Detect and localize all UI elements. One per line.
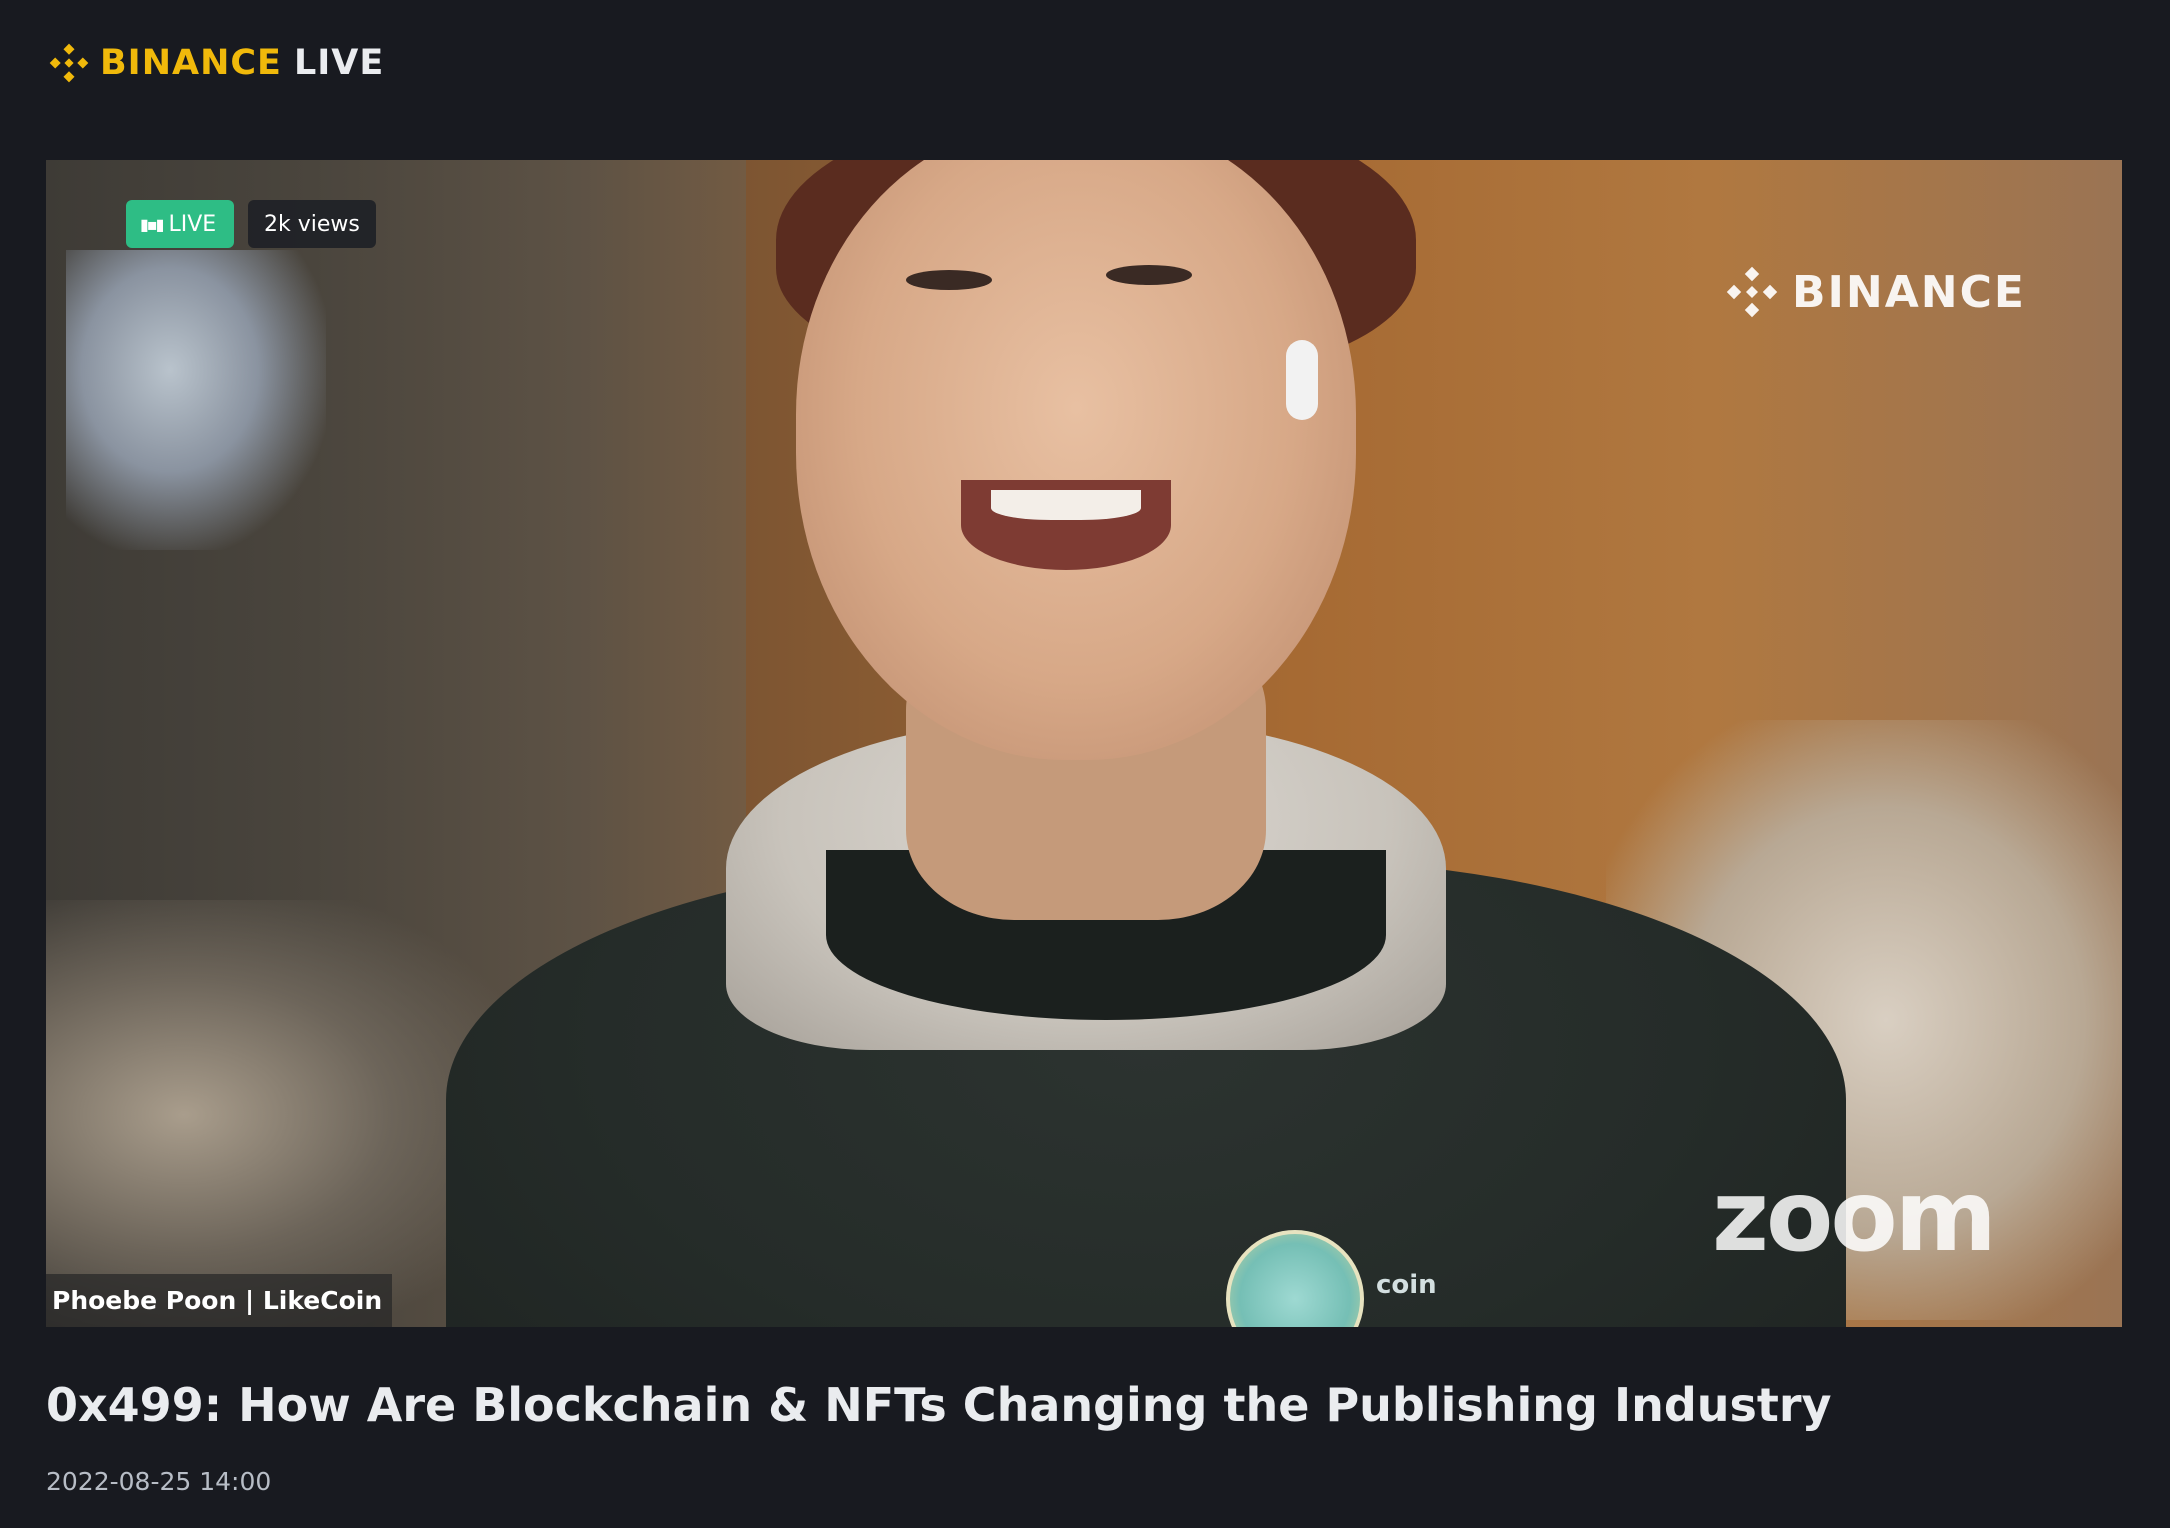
video-player[interactable]: coin ▮▪▮ LIVE 2k views BINANCE zoom Phoe bbox=[46, 160, 2122, 1327]
binance-watermark: BINANCE bbox=[1722, 262, 2026, 322]
live-label: LIVE bbox=[168, 211, 217, 237]
speaker-eye-left bbox=[906, 270, 992, 290]
earbud bbox=[1286, 340, 1318, 420]
live-signal-icon: ▮▪▮ bbox=[140, 214, 164, 234]
video-background-floor bbox=[46, 900, 506, 1327]
zoom-watermark: zoom bbox=[1712, 1160, 1997, 1274]
brand-live-label: LIVE bbox=[293, 43, 385, 83]
shirt-logo-text: coin bbox=[1376, 1270, 1437, 1300]
speaker-teeth bbox=[991, 490, 1141, 520]
video-background-lamp bbox=[66, 250, 326, 550]
speaker-name-tag: Phoebe Poon | LikeCoin bbox=[46, 1274, 393, 1327]
brand-name: BINANCE bbox=[100, 43, 282, 83]
stream-datetime: 2022-08-25 14:00 bbox=[46, 1467, 272, 1496]
speaker-face bbox=[796, 160, 1356, 760]
binance-live-logo[interactable]: BINANCE LIVE bbox=[46, 38, 384, 88]
live-stream-page: BINANCE LIVE coin ▮▪▮ LIVE 2k views BINA… bbox=[0, 0, 2170, 1528]
binance-watermark-text: BINANCE bbox=[1792, 266, 2026, 318]
speaker-name: Phoebe Poon | LikeCoin bbox=[52, 1286, 383, 1315]
speaker-eye-right bbox=[1106, 265, 1192, 285]
binance-watermark-icon bbox=[1726, 266, 1778, 318]
view-count-badge: 2k views bbox=[248, 200, 376, 248]
view-count: 2k views bbox=[264, 211, 360, 237]
live-badge: ▮▪▮ LIVE bbox=[126, 200, 235, 248]
binance-diamond-icon bbox=[49, 43, 89, 83]
stream-title: 0x499: How Are Blockchain & NFTs Changin… bbox=[46, 1378, 1832, 1432]
